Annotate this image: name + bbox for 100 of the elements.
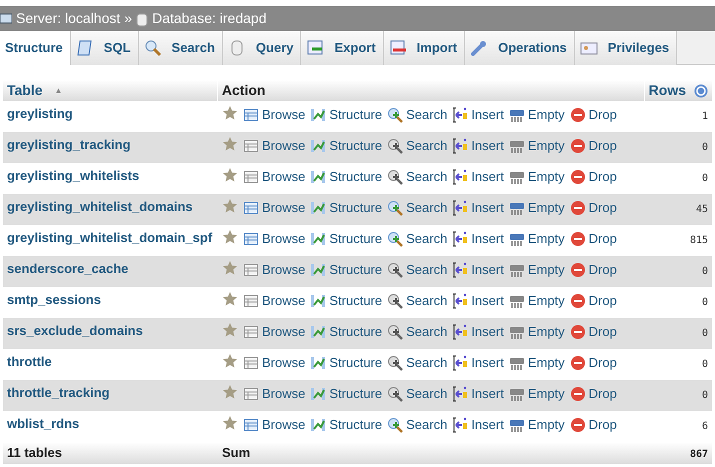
action-link[interactable]: Empty bbox=[508, 229, 565, 248]
table-name-link[interactable]: srs_exclude_domains bbox=[7, 323, 143, 338]
action-link[interactable]: Structure bbox=[310, 260, 382, 280]
action-link[interactable]: Structure bbox=[310, 291, 382, 310]
star-icon[interactable] bbox=[222, 198, 238, 214]
action-link[interactable]: Structure bbox=[310, 353, 382, 372]
action-link[interactable]: Search bbox=[387, 260, 448, 280]
action-link[interactable]: Drop bbox=[570, 291, 617, 310]
table-name-link[interactable]: greylisting_whitelist_domain_spf bbox=[7, 230, 212, 245]
action-link[interactable]: Structure bbox=[310, 322, 382, 342]
action-link[interactable]: Search bbox=[387, 198, 448, 218]
action-link[interactable]: Structure bbox=[310, 415, 382, 434]
insert-icon bbox=[452, 386, 468, 402]
action-link[interactable]: Empty bbox=[508, 167, 565, 186]
action-link[interactable]: Insert bbox=[452, 353, 504, 372]
action-link[interactable]: Insert bbox=[452, 415, 504, 434]
action-link[interactable]: Empty bbox=[508, 353, 565, 372]
table-name-link[interactable]: smtp_sessions bbox=[7, 292, 101, 307]
action-link[interactable]: Empty bbox=[508, 415, 565, 434]
action-link[interactable]: Structure bbox=[310, 167, 382, 186]
action-link[interactable]: Structure bbox=[310, 198, 382, 218]
tab[interactable]: Import bbox=[384, 31, 466, 65]
action-link[interactable]: Browse bbox=[243, 353, 306, 372]
tab[interactable]: Structure bbox=[0, 31, 71, 65]
tab[interactable]: SQL bbox=[70, 31, 139, 65]
star-icon[interactable] bbox=[222, 105, 238, 121]
column-header[interactable]: Rows bbox=[644, 80, 712, 101]
database-link[interactable]: Database: iredapd bbox=[152, 8, 266, 29]
tab[interactable]: Export bbox=[301, 31, 384, 65]
action-link[interactable]: Browse bbox=[243, 229, 306, 248]
action-link[interactable]: Structure bbox=[310, 384, 382, 404]
action-link[interactable]: Search bbox=[387, 136, 448, 156]
star-icon[interactable] bbox=[222, 384, 238, 400]
action-link[interactable]: Empty bbox=[508, 198, 565, 218]
action-link[interactable]: Browse bbox=[243, 136, 306, 156]
table-name-link[interactable]: greylisting_tracking bbox=[7, 137, 131, 152]
action-link[interactable]: Structure bbox=[310, 229, 382, 248]
action-link[interactable]: Drop bbox=[570, 229, 617, 248]
table-name-link[interactable]: greylisting_whitelist_domains bbox=[7, 199, 193, 214]
action-link[interactable]: Drop bbox=[570, 198, 617, 218]
action-link[interactable]: Structure bbox=[310, 105, 382, 124]
action-link[interactable]: Browse bbox=[243, 415, 306, 434]
action-link[interactable]: Empty bbox=[508, 136, 565, 156]
action-link[interactable]: Browse bbox=[243, 105, 306, 124]
table-name-link[interactable]: senderscore_cache bbox=[7, 261, 128, 276]
action-link[interactable]: Empty bbox=[508, 322, 565, 342]
action-link[interactable]: Search bbox=[387, 353, 448, 372]
action-link[interactable]: Drop bbox=[570, 167, 617, 186]
star-icon[interactable] bbox=[222, 291, 238, 307]
tab[interactable]: Operations bbox=[465, 31, 575, 65]
action-link[interactable]: Empty bbox=[508, 384, 565, 404]
action-link[interactable]: Browse bbox=[243, 384, 306, 404]
action-link[interactable]: Browse bbox=[243, 322, 306, 342]
action-link[interactable]: Structure bbox=[310, 136, 382, 156]
action-link[interactable]: Insert bbox=[452, 136, 504, 156]
table-name-link[interactable]: wblist_rdns bbox=[7, 416, 80, 431]
action-link[interactable]: Search bbox=[387, 415, 448, 434]
table-name-link[interactable]: greylisting_whitelists bbox=[7, 168, 140, 183]
action-link[interactable]: Insert bbox=[452, 384, 504, 404]
tab[interactable]: Query bbox=[222, 31, 302, 65]
star-icon[interactable] bbox=[222, 415, 238, 431]
star-icon[interactable] bbox=[222, 260, 238, 276]
star-icon[interactable] bbox=[222, 353, 238, 369]
action-link[interactable]: Insert bbox=[452, 322, 504, 342]
action-link[interactable]: Browse bbox=[243, 291, 306, 310]
action-link[interactable]: Insert bbox=[452, 291, 504, 310]
tab[interactable]: Search bbox=[138, 31, 223, 65]
action-link[interactable]: Empty bbox=[508, 260, 565, 280]
star-icon[interactable] bbox=[222, 322, 238, 338]
star-icon[interactable] bbox=[222, 167, 238, 183]
action-link[interactable]: Browse bbox=[243, 260, 306, 280]
action-link[interactable]: Search bbox=[387, 322, 448, 342]
action-link[interactable]: Drop bbox=[570, 415, 617, 434]
action-link[interactable]: Drop bbox=[570, 105, 617, 124]
action-link[interactable]: Search bbox=[387, 291, 448, 310]
action-link[interactable]: Insert bbox=[452, 260, 504, 280]
action-link[interactable]: Search bbox=[387, 167, 448, 186]
action-link[interactable]: Insert bbox=[452, 229, 504, 248]
action-link[interactable]: Search bbox=[387, 384, 448, 404]
table-name-link[interactable]: throttle bbox=[7, 354, 52, 369]
server-link[interactable]: Server: localhost bbox=[16, 8, 120, 29]
action-link[interactable]: Search bbox=[387, 105, 448, 124]
action-link[interactable]: Insert bbox=[452, 198, 504, 218]
action-link[interactable]: Drop bbox=[570, 353, 617, 372]
action-link[interactable]: Drop bbox=[570, 260, 617, 280]
action-link[interactable]: Search bbox=[387, 229, 448, 248]
tab[interactable]: Privileges bbox=[574, 31, 678, 65]
action-link[interactable]: Drop bbox=[570, 384, 617, 404]
action-link[interactable]: Browse bbox=[243, 198, 306, 218]
action-link[interactable]: Drop bbox=[570, 322, 617, 342]
action-link[interactable]: Insert bbox=[452, 167, 504, 186]
action-link[interactable]: Browse bbox=[243, 167, 306, 186]
action-link[interactable]: Empty bbox=[508, 105, 565, 124]
action-link[interactable]: Drop bbox=[570, 136, 617, 156]
table-name-link[interactable]: greylisting bbox=[7, 106, 73, 121]
star-icon[interactable] bbox=[222, 229, 238, 245]
action-link[interactable]: Empty bbox=[508, 291, 565, 310]
action-link[interactable]: Insert bbox=[452, 105, 504, 124]
table-name-link[interactable]: throttle_tracking bbox=[7, 385, 110, 400]
star-icon[interactable] bbox=[222, 136, 238, 152]
